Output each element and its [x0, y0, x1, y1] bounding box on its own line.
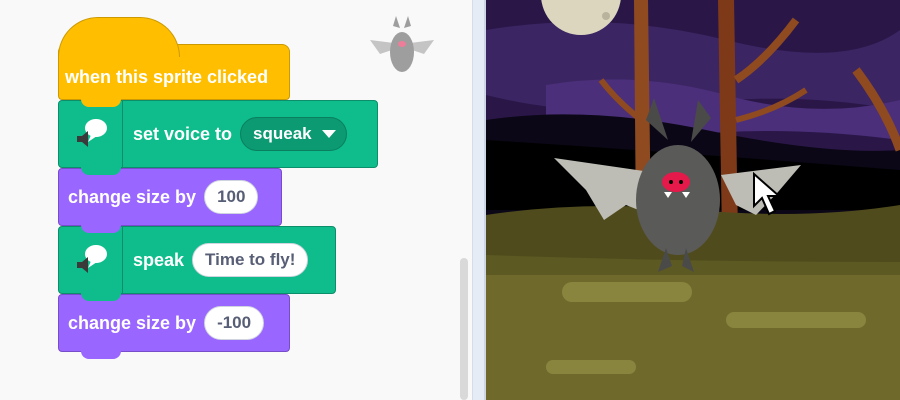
change-size-label: change size by	[68, 186, 197, 207]
change-size-label: change size by	[68, 312, 197, 333]
speak-label: speak	[133, 249, 185, 270]
voice-dropdown[interactable]: squeak	[240, 117, 347, 151]
speech-bubble-speaker-icon	[59, 227, 123, 293]
bat-sprite-icon	[370, 16, 434, 72]
speak-block[interactable]: speak Time to fly!	[58, 226, 336, 301]
code-area[interactable]: when this sprite clicked set voice to sq…	[0, 0, 472, 400]
code-area-scrollbar[interactable]	[460, 258, 468, 400]
speak-text-input[interactable]: Time to fly!	[192, 243, 309, 277]
stage-backdrop	[486, 0, 900, 400]
change-size-block[interactable]: change size by -100	[58, 294, 290, 359]
change-size-block[interactable]: change size by 100	[58, 168, 282, 233]
stage[interactable]	[486, 0, 900, 400]
set-voice-block[interactable]: set voice to squeak	[58, 100, 378, 175]
speech-bubble-speaker-icon	[59, 101, 123, 167]
change-size-input[interactable]: -100	[204, 306, 265, 340]
voice-dropdown-value: squeak	[253, 124, 312, 143]
hat-block-label: when this sprite clicked	[65, 66, 269, 87]
when-sprite-clicked-block[interactable]: when this sprite clicked	[58, 17, 290, 107]
dropdown-arrow-icon	[321, 130, 336, 138]
change-size-input[interactable]: 100	[204, 180, 259, 214]
set-voice-label: set voice to	[133, 123, 233, 144]
stage-divider	[472, 0, 486, 400]
